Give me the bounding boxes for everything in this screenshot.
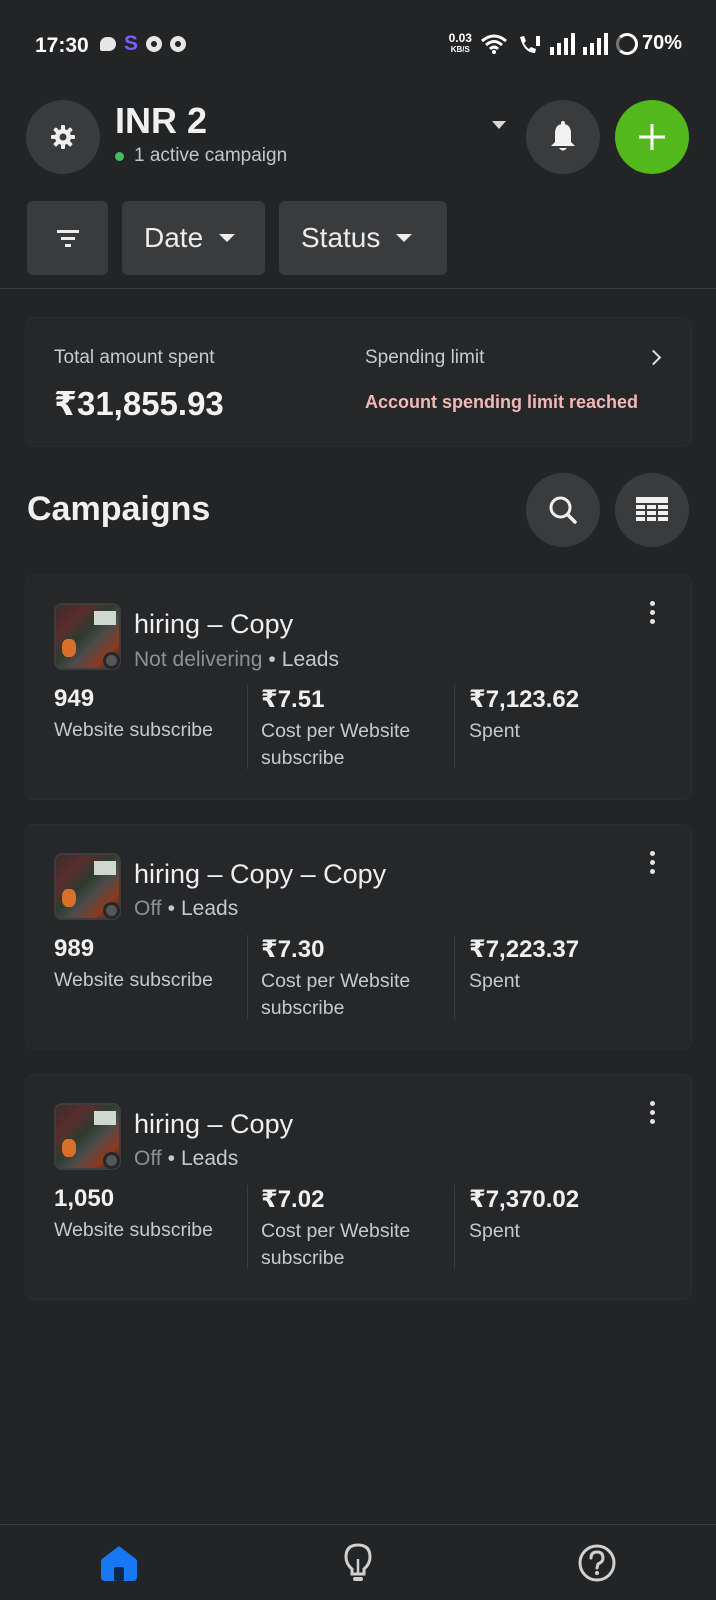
campaign-status-dot <box>103 652 120 669</box>
active-campaigns-status: 1 active campaign <box>115 145 287 167</box>
metric-divider <box>454 1185 455 1269</box>
notification-dot-icon <box>170 36 187 52</box>
spending-limit-status[interactable]: Account spending limit reached <box>365 392 638 413</box>
active-status-dot <box>115 151 124 161</box>
spent-metric: ₹7,123.62 Spent <box>469 686 580 742</box>
wifi-icon <box>481 34 507 54</box>
account-switcher-chevron-down-icon[interactable] <box>492 121 506 129</box>
spent-metric: ₹7,223.37 Spent <box>469 936 580 992</box>
date-filter-label: Date <box>144 222 204 253</box>
campaign-name[interactable]: hiring – Copy <box>134 1109 293 1140</box>
battery-icon <box>615 32 638 55</box>
bell-icon <box>551 121 575 151</box>
battery-indicator: 70% <box>615 32 682 55</box>
search-icon <box>549 496 577 524</box>
cost-metric: ₹7.51 Cost per Website subscribe <box>261 686 411 769</box>
campaign-card[interactable]: hiring – Copy Off • Leads 1,050 Website su… <box>26 1075 691 1299</box>
search-button[interactable] <box>526 473 600 547</box>
results-metric: 1,050 Website subscribe <box>54 1185 213 1241</box>
metric-divider <box>454 935 455 1019</box>
chevron-right-icon[interactable] <box>645 349 662 366</box>
chevron-down-icon <box>396 234 413 242</box>
status-bar: 17:30 S 0.03 KB/S 70% <box>0 0 716 92</box>
help-icon <box>578 1544 616 1582</box>
cost-metric: ₹7.30 Cost per Website subscribe <box>261 936 411 1019</box>
total-spent-label: Total amount spent <box>54 347 215 368</box>
chat-notification-icon <box>100 37 116 51</box>
header-divider <box>0 288 716 289</box>
filter-icon <box>56 230 79 247</box>
account-name[interactable]: INR 2 <box>115 100 207 142</box>
table-view-button[interactable] <box>615 473 689 547</box>
signal-icon <box>549 32 575 55</box>
status-time: 17:30 <box>35 34 89 57</box>
wifi-calling-icon <box>519 35 540 53</box>
campaign-name[interactable]: hiring – Copy – Copy <box>134 859 386 890</box>
campaign-card[interactable]: hiring – Copy Not delivering • Leads 949 W… <box>26 575 691 799</box>
cost-metric: ₹7.02 Cost per Website subscribe <box>261 1186 411 1269</box>
metric-divider <box>454 685 455 769</box>
plus-icon <box>639 124 665 150</box>
metric-divider <box>247 685 248 769</box>
notification-dot-icon <box>146 36 163 52</box>
nav-insights[interactable] <box>336 1541 380 1585</box>
network-speed: 0.03 KB/S <box>448 30 472 54</box>
more-options-icon[interactable] <box>650 851 655 874</box>
total-spent-value: ₹31,855.93 <box>54 385 224 422</box>
metric-divider <box>247 935 248 1019</box>
signal-icon <box>582 32 608 55</box>
gear-icon <box>51 125 75 149</box>
spend-summary-card: Total amount spent ₹31,855.93 Spending l… <box>26 318 691 446</box>
lightbulb-icon <box>344 1543 372 1581</box>
nav-help[interactable] <box>575 1541 619 1585</box>
spending-limit-label[interactable]: Spending limit <box>365 347 484 369</box>
status-filter-label: Status <box>301 222 381 253</box>
create-button[interactable] <box>615 100 689 174</box>
table-icon <box>636 497 668 521</box>
more-options-icon[interactable] <box>650 1101 655 1124</box>
settings-button[interactable] <box>26 100 100 174</box>
campaign-name[interactable]: hiring – Copy <box>134 609 293 640</box>
spent-metric: ₹7,370.02 Spent <box>469 1186 580 1242</box>
nav-home[interactable] <box>97 1541 141 1585</box>
filter-button[interactable] <box>27 201 108 275</box>
campaign-status: Off • Leads <box>134 1147 239 1170</box>
campaign-card[interactable]: hiring – Copy – Copy Off • Leads 989 Websi… <box>26 825 691 1049</box>
status-filter-dropdown[interactable]: Status <box>279 201 447 275</box>
metric-divider <box>247 1185 248 1269</box>
app-notification-icon: S <box>124 32 139 55</box>
notifications-button[interactable] <box>526 100 600 174</box>
notification-icons: S <box>100 32 187 55</box>
bottom-navigation <box>0 1524 716 1600</box>
more-options-icon[interactable] <box>650 601 655 624</box>
results-metric: 989 Website subscribe <box>54 935 213 991</box>
home-icon <box>101 1546 137 1581</box>
campaign-status: Off • Leads <box>134 897 239 920</box>
results-metric: 949 Website subscribe <box>54 685 213 741</box>
date-filter-dropdown[interactable]: Date <box>122 201 265 275</box>
campaigns-title: Campaigns <box>27 490 211 528</box>
chevron-down-icon <box>219 234 236 242</box>
campaign-status-dot <box>103 1152 120 1169</box>
system-icons: 0.03 KB/S 70% <box>449 32 682 55</box>
campaign-status-dot <box>103 902 120 919</box>
campaign-status: Not delivering • Leads <box>134 648 339 671</box>
